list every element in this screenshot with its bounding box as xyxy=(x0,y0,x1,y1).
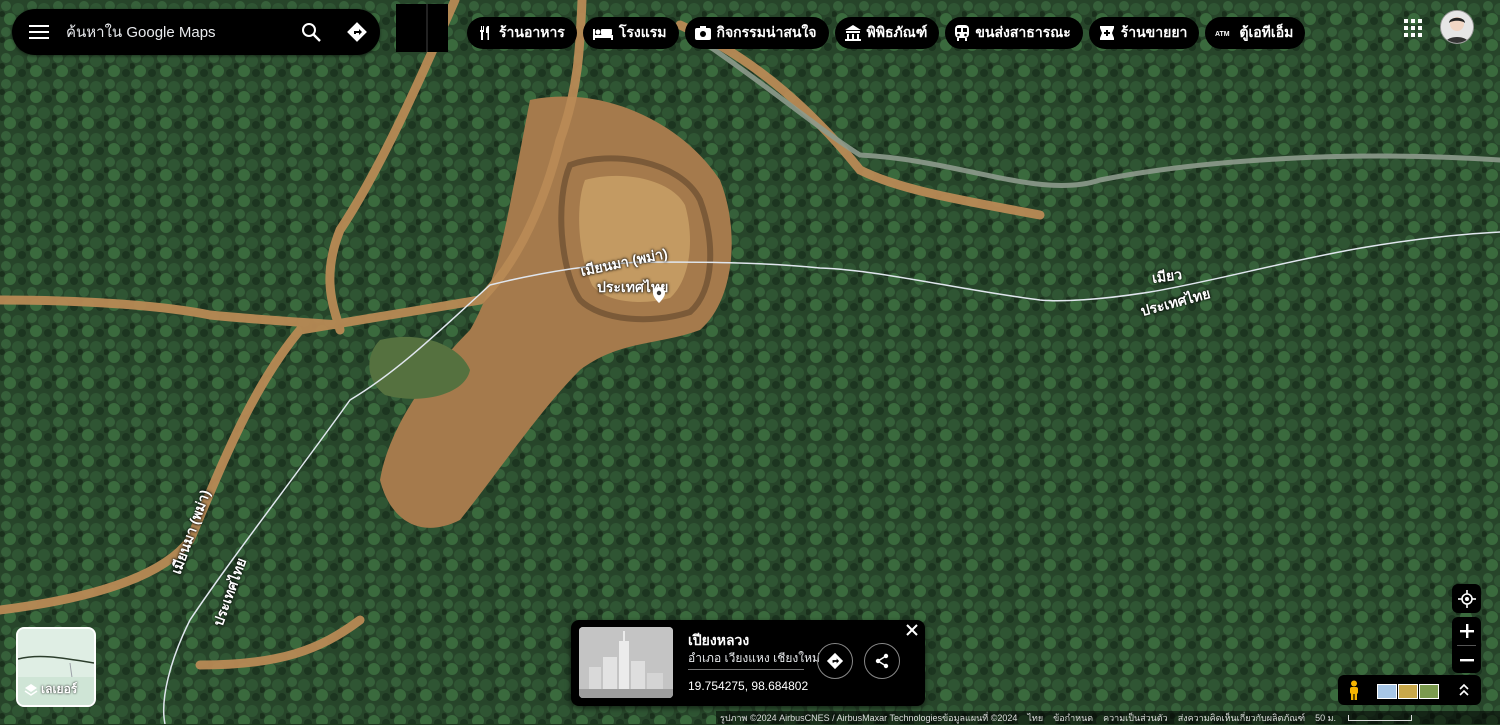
pegman-icon[interactable] xyxy=(1347,680,1361,705)
city-placeholder-image xyxy=(579,627,673,698)
attribution-footer: รูปภาพ ©2024 AirbusCNES / AirbusMaxar Te… xyxy=(716,711,1500,724)
terms-link[interactable]: ข้อกำหนด xyxy=(1053,711,1093,725)
border-label-myanmar-3: เมียว xyxy=(1150,265,1183,287)
feedback-link[interactable]: ส่งความคิดเห็นเกี่ยวกับผลิตภัณฑ์ xyxy=(1178,711,1305,725)
my-location-icon xyxy=(1457,589,1476,608)
restaurant-icon xyxy=(480,26,489,40)
place-subtitle: อำเภอ เวียงแหง เชียงใหม่ xyxy=(688,651,820,665)
chip-label: ร้านอาหาร xyxy=(499,24,565,40)
apps-grid-icon xyxy=(1404,19,1422,37)
pharmacy-icon xyxy=(1099,26,1114,40)
chip-things-to-do[interactable]: กิจกรรมน่าสนใจ xyxy=(684,17,829,49)
category-chips: ร้านอาหาร โรงแรม กิจกรรมน่าสนใจ พิพิธภัณ… xyxy=(467,17,1306,49)
image-placeholder xyxy=(396,4,448,52)
camera-icon xyxy=(694,26,711,40)
street-view-and-imagery-bar xyxy=(1338,675,1481,705)
place-thumbnail[interactable] xyxy=(579,627,673,698)
transit-icon xyxy=(955,25,970,41)
layers-icon xyxy=(24,683,38,696)
chip-museums[interactable]: พิพิธภัณฑ์ xyxy=(834,17,940,49)
chip-pharmacies[interactable]: ร้านขายยา xyxy=(1088,17,1200,49)
search-input[interactable]: ค้นหาใน Google Maps xyxy=(66,20,288,44)
directions-icon xyxy=(826,652,844,670)
zoom-controls xyxy=(1452,617,1481,673)
chip-transit[interactable]: ขนส่งสาธารณะ xyxy=(945,17,1083,49)
directions-icon xyxy=(347,22,367,42)
chip-restaurants[interactable]: ร้านอาหาร xyxy=(467,17,577,49)
account-avatar[interactable] xyxy=(1440,10,1474,44)
chip-label: ร้านขายยา xyxy=(1120,24,1188,40)
imagery-thumbnail-sky[interactable] xyxy=(1377,684,1397,699)
top-bar: ค้นหาใน Google Maps xyxy=(12,9,380,55)
chip-label: ขนส่งสาธารณะ xyxy=(975,24,1071,40)
hotel-icon xyxy=(592,29,613,40)
place-info-card[interactable]: เปียงหลวง อำเภอ เวียงแหง เชียงใหม่ 19.75… xyxy=(571,620,925,706)
close-card-button[interactable] xyxy=(903,621,921,639)
imagery-thumbnail-field[interactable] xyxy=(1398,684,1418,699)
imagery-thumbnail-terrain[interactable] xyxy=(1419,684,1439,699)
menu-button[interactable] xyxy=(12,9,66,55)
chip-atms[interactable]: ATM ตู้เอทีเอ็ม xyxy=(1205,17,1306,49)
place-coordinates: 19.754275, 98.684802 xyxy=(688,679,809,693)
chip-label: พิพิธภัณฑ์ xyxy=(866,24,928,40)
layers-label: เลเยอร์ xyxy=(24,680,77,699)
zoom-in-button[interactable] xyxy=(1452,617,1481,644)
directions-button[interactable] xyxy=(334,9,380,55)
share-icon xyxy=(875,653,889,669)
imagery-attribution: รูปภาพ ©2024 AirbusCNES / AirbusMaxar Te… xyxy=(720,712,1018,723)
language-link[interactable]: ไทย xyxy=(1027,711,1043,725)
minus-icon xyxy=(1459,658,1474,661)
menu-icon xyxy=(29,25,49,39)
card-divider xyxy=(688,669,804,670)
place-marker-icon[interactable] xyxy=(651,286,667,309)
privacy-link[interactable]: ความเป็นส่วนตัว xyxy=(1103,711,1168,725)
search-box[interactable]: ค้นหาใน Google Maps xyxy=(12,9,380,55)
chip-label: โรงแรม xyxy=(618,24,667,40)
zoom-out-button[interactable] xyxy=(1452,646,1481,673)
chip-hotels[interactable]: โรงแรม xyxy=(582,17,679,49)
svg-text:ATM: ATM xyxy=(1215,31,1230,38)
chip-label: กิจกรรมน่าสนใจ xyxy=(716,24,817,40)
layers-button[interactable]: เลเยอร์ xyxy=(16,627,96,707)
google-apps-button[interactable] xyxy=(1400,15,1426,41)
museum-icon xyxy=(844,25,861,41)
share-button[interactable] xyxy=(864,643,900,679)
expand-chevron-icon[interactable] xyxy=(1458,682,1470,703)
close-icon xyxy=(906,624,918,636)
scale-label[interactable]: 50 ม. xyxy=(1315,711,1336,725)
my-location-button[interactable] xyxy=(1452,584,1481,613)
chip-label: ตู้เอทีเอ็ม xyxy=(1239,24,1294,40)
plus-icon xyxy=(1459,623,1474,638)
search-icon xyxy=(302,23,321,42)
search-button[interactable] xyxy=(288,9,334,55)
scale-bar xyxy=(1348,714,1413,721)
atm-icon: ATM xyxy=(1215,31,1230,38)
avatar-image xyxy=(1441,11,1473,43)
card-directions-button[interactable] xyxy=(817,643,853,679)
